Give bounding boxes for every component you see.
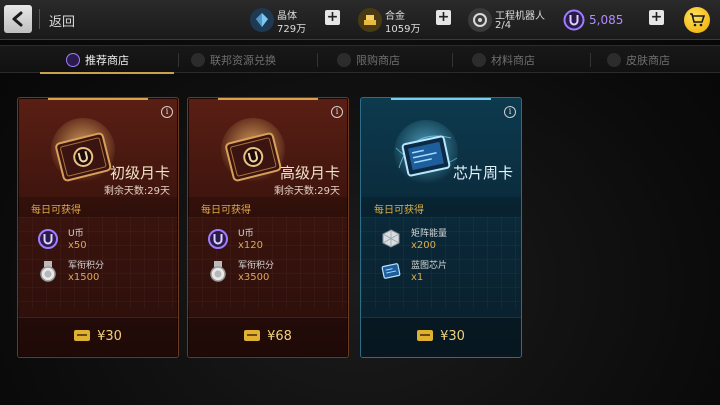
- payment-icon: [244, 330, 261, 341]
- reward-name: U币: [238, 229, 254, 239]
- reward-qty: x1: [411, 272, 424, 283]
- tab-label: 材料商店: [491, 53, 535, 67]
- tab-label: 皮肤商店: [626, 53, 670, 67]
- resource-exchange-icon: [191, 52, 205, 67]
- card-title: 高级月卡: [279, 164, 340, 182]
- price-bar[interactable]: ¥68: [188, 317, 348, 357]
- matrix-energy-icon: [382, 229, 400, 248]
- tab-divider: [590, 53, 591, 67]
- card-title: 芯片周卡: [452, 164, 513, 182]
- price-button[interactable]: ¥68: [188, 329, 348, 344]
- tab-limited-shop[interactable]: 限购商店: [337, 46, 400, 73]
- resource-alloy: 合金 1059万: [358, 6, 448, 35]
- price-button[interactable]: ¥30: [361, 329, 521, 344]
- card-top-accent: [48, 98, 148, 100]
- daily-rewards-label: 每日可获得: [31, 205, 81, 216]
- card-remaining-days: 剩余天数:29天: [103, 186, 170, 197]
- reward-name: 矩阵能量: [411, 229, 448, 239]
- add-alloy-button[interactable]: +: [436, 10, 451, 25]
- add-crystal-button[interactable]: +: [325, 10, 340, 25]
- alloy-icon: [358, 8, 382, 32]
- reward-qty: x200: [411, 240, 437, 251]
- chip-card-icon: [394, 120, 458, 184]
- card-top-accent: [391, 98, 491, 100]
- reward-name: U币: [68, 229, 84, 239]
- tab-divider: [178, 53, 179, 67]
- monthly-card-icon: [51, 118, 115, 182]
- tab-divider: [317, 53, 318, 67]
- back-label: 返回: [49, 15, 76, 30]
- material-shop-icon: [472, 52, 486, 67]
- limited-shop-icon: [337, 52, 351, 67]
- info-icon[interactable]: i: [331, 106, 343, 118]
- chevron-left-icon: [12, 11, 23, 27]
- reward-qty: x3500: [238, 272, 270, 283]
- price-label: ¥30: [97, 329, 122, 344]
- resource-value: 2/4: [495, 20, 512, 31]
- card-chip-weekly[interactable]: i 芯片周卡 每日可获得 矩阵能量 x200 蓝图芯片 x1 ¥30: [360, 97, 522, 358]
- payment-icon: [417, 330, 434, 341]
- crystal-icon: [250, 8, 274, 32]
- resource-value: 729万: [277, 24, 307, 35]
- info-icon[interactable]: i: [504, 106, 516, 118]
- card-basic-monthly[interactable]: i 初级月卡 剩余天数:29天 每日可获得 U币 x50 军衔积分 x1500 …: [17, 97, 179, 358]
- u-coin-icon: [38, 229, 58, 249]
- reward-qty: x120: [238, 240, 264, 251]
- daily-rewards-label: 每日可获得: [201, 205, 251, 216]
- reward-name: 蓝图芯片: [411, 261, 448, 271]
- back-button[interactable]: [4, 5, 32, 33]
- resource-robot: 工程机器人 2/4: [468, 6, 558, 34]
- u-credit-icon: [66, 52, 80, 67]
- daily-rewards-label: 每日可获得: [374, 205, 424, 216]
- robot-icon: [468, 8, 492, 32]
- reward-qty: x1500: [68, 272, 100, 283]
- tab-material-shop[interactable]: 材料商店: [472, 46, 535, 73]
- top-bar: 返回 晶体 729万 + 合金 1059万 + 工程机器人 2/4 5,085 …: [0, 0, 720, 40]
- active-tab-indicator: [40, 72, 174, 74]
- card-remaining-days: 剩余天数:29天: [273, 186, 340, 197]
- info-icon[interactable]: i: [161, 106, 173, 118]
- u-credit-icon: [563, 9, 585, 31]
- shop-tabs: 推荐商店 联邦资源兑换 限购商店 材料商店 皮肤商店: [0, 45, 720, 74]
- price-bar[interactable]: ¥30: [18, 317, 178, 357]
- price-label: ¥68: [267, 329, 292, 344]
- monthly-card-icon: [221, 118, 285, 182]
- blueprint-chip-icon: [381, 263, 401, 279]
- card-title: 初级月卡: [109, 164, 170, 182]
- add-credits-button[interactable]: +: [649, 10, 664, 25]
- rank-medal-icon: [40, 261, 56, 282]
- card-premium-monthly[interactable]: i 高级月卡 剩余天数:29天 每日可获得 U币 x120 军衔积分 x3500…: [187, 97, 349, 358]
- rank-medal-icon: [210, 261, 226, 282]
- tab-label: 推荐商店: [85, 53, 129, 67]
- reward-name: 军衔积分: [238, 261, 275, 271]
- tab-skin-shop[interactable]: 皮肤商店: [607, 46, 670, 73]
- tab-resource-exchange[interactable]: 联邦资源兑换: [191, 46, 276, 73]
- cart-button[interactable]: [684, 7, 710, 33]
- skin-shop-icon: [607, 52, 621, 67]
- reward-qty: x50: [68, 240, 87, 251]
- tab-label: 联邦资源兑换: [210, 53, 276, 67]
- resource-value: 1059万: [385, 24, 421, 35]
- u-coin-icon: [208, 229, 228, 249]
- price-bar[interactable]: ¥30: [361, 317, 521, 357]
- cart-icon: [690, 13, 705, 27]
- credits-value: 5,085: [589, 13, 624, 27]
- divider: [39, 9, 40, 29]
- tab-recommended-shop[interactable]: 推荐商店: [66, 46, 129, 73]
- card-top-accent: [218, 98, 318, 100]
- price-button[interactable]: ¥30: [18, 329, 178, 344]
- reward-name: 军衔积分: [68, 261, 105, 271]
- price-label: ¥30: [440, 329, 465, 344]
- payment-icon: [74, 330, 91, 341]
- tab-label: 限购商店: [356, 53, 400, 67]
- tab-divider: [452, 53, 453, 67]
